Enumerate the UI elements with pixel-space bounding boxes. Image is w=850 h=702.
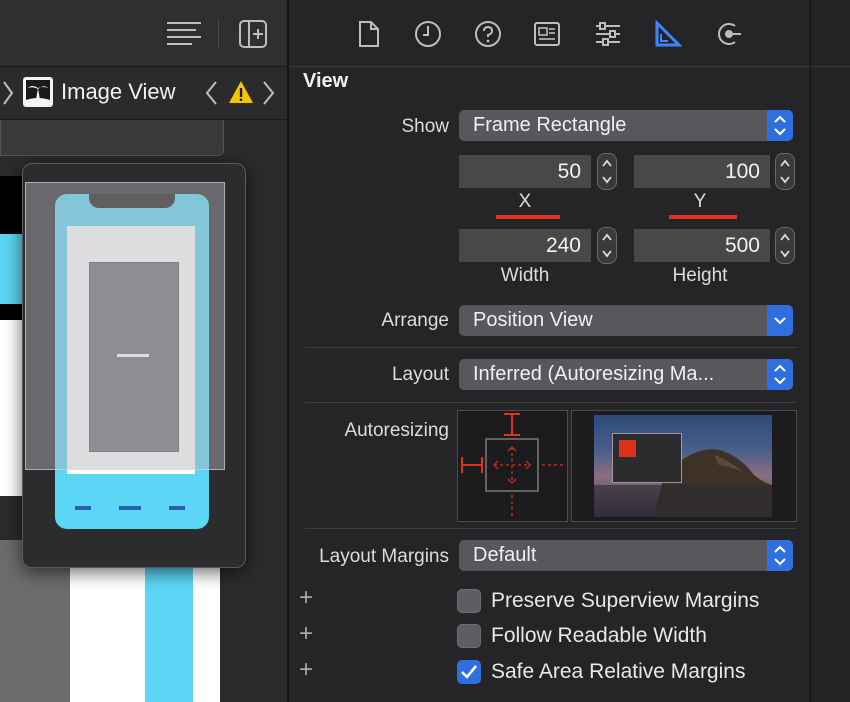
y-stepper[interactable] (775, 153, 795, 190)
history-inspector-icon[interactable] (414, 20, 442, 53)
arrange-popup[interactable]: Position View (459, 305, 793, 336)
autoresizing-label: Autoresizing (344, 420, 449, 441)
autoresizing-example-preview (571, 410, 797, 522)
x-label: X (518, 191, 532, 212)
file-inspector-icon[interactable] (357, 20, 381, 53)
jumpbar-item-label[interactable]: Image View (61, 79, 176, 105)
attributes-inspector-icon[interactable] (594, 21, 622, 52)
follow-readable-width-label[interactable]: Follow Readable Width (491, 624, 707, 648)
y-underline-marker (669, 215, 737, 219)
quick-help-icon[interactable] (474, 20, 502, 53)
size-inspector-icon[interactable] (654, 19, 683, 53)
layout-popup-value: Inferred (Autoresizing Ma... (473, 363, 715, 385)
right-panel-edge (810, 0, 850, 702)
layout-popup[interactable]: Inferred (Autoresizing Ma... (459, 359, 793, 390)
add-editor-icon[interactable] (238, 19, 268, 54)
safe-area-relative-margins-label[interactable]: Safe Area Relative Margins (491, 660, 745, 684)
layout-margins-popup-value: Default (473, 544, 537, 566)
example-view (619, 440, 636, 457)
width-label: Width (500, 265, 550, 286)
separator (305, 347, 797, 348)
canvas-area: Image View (0, 0, 288, 702)
size-inspector: View Show Frame Rectangle 50 100 X Y 240… (289, 0, 810, 702)
checkmark-icon (461, 665, 478, 679)
show-popup-value: Frame Rectangle (473, 114, 627, 136)
x-underline-marker (496, 215, 560, 219)
add-variation-icon[interactable]: + (299, 656, 313, 684)
separator (305, 528, 797, 529)
width-stepper[interactable] (597, 227, 617, 264)
preview-tab-bar (67, 504, 195, 514)
section-title: View (303, 70, 349, 92)
autoresizing-mask-editor[interactable] (457, 410, 568, 522)
y-label: Y (693, 191, 707, 212)
arrange-popup-value: Position View (473, 309, 593, 331)
jump-bar: Image View (0, 67, 288, 120)
add-variation-icon[interactable]: + (299, 584, 313, 612)
editor-options-icon[interactable] (166, 20, 202, 53)
height-label: Height (672, 265, 728, 286)
connections-inspector-icon[interactable] (715, 21, 743, 52)
chevron-left-icon[interactable] (204, 79, 218, 112)
preserve-superview-margins-checkbox[interactable] (457, 589, 481, 613)
layout-label: Layout (391, 364, 449, 385)
preserve-superview-margins-label[interactable]: Preserve Superview Margins (491, 589, 759, 613)
follow-readable-width-checkbox[interactable] (457, 624, 481, 648)
height-stepper[interactable] (775, 227, 795, 264)
height-field[interactable]: 500 (634, 229, 770, 262)
x-field[interactable]: 50 (459, 155, 591, 188)
identity-inspector-icon[interactable] (533, 21, 561, 52)
show-label: Show (401, 116, 449, 137)
updown-arrows-icon (767, 540, 793, 571)
canvas-device-bottom-cyan (145, 560, 193, 702)
layout-margins-label: Layout Margins (319, 546, 449, 567)
updown-arrows-icon (767, 359, 793, 390)
editor-toolbar (0, 0, 288, 67)
safe-area-relative-margins-checkbox[interactable] (457, 660, 481, 684)
arrange-label: Arrange (381, 310, 449, 331)
layout-margins-popup[interactable]: Default (459, 540, 793, 571)
warning-icon[interactable] (228, 80, 254, 109)
autoresizing-preview-popover (22, 163, 246, 568)
chevron-right-icon[interactable] (262, 79, 276, 112)
width-field[interactable]: 240 (459, 229, 591, 262)
chevron-right-icon[interactable] (2, 79, 14, 112)
image-view-icon (22, 76, 54, 113)
y-field[interactable]: 100 (634, 155, 770, 188)
inspector-tab-bar (289, 0, 810, 67)
separator (305, 402, 797, 403)
toolbar-divider (218, 18, 219, 48)
x-stepper[interactable] (597, 153, 617, 190)
canvas-header-bar (0, 120, 224, 156)
example-window (612, 433, 682, 483)
preview-frame-overlay (25, 182, 225, 470)
show-popup[interactable]: Frame Rectangle (459, 110, 793, 141)
add-variation-icon[interactable]: + (299, 620, 313, 648)
right-panel-divider (811, 66, 850, 67)
chevron-down-icon (767, 305, 793, 336)
updown-arrows-icon (767, 110, 793, 141)
